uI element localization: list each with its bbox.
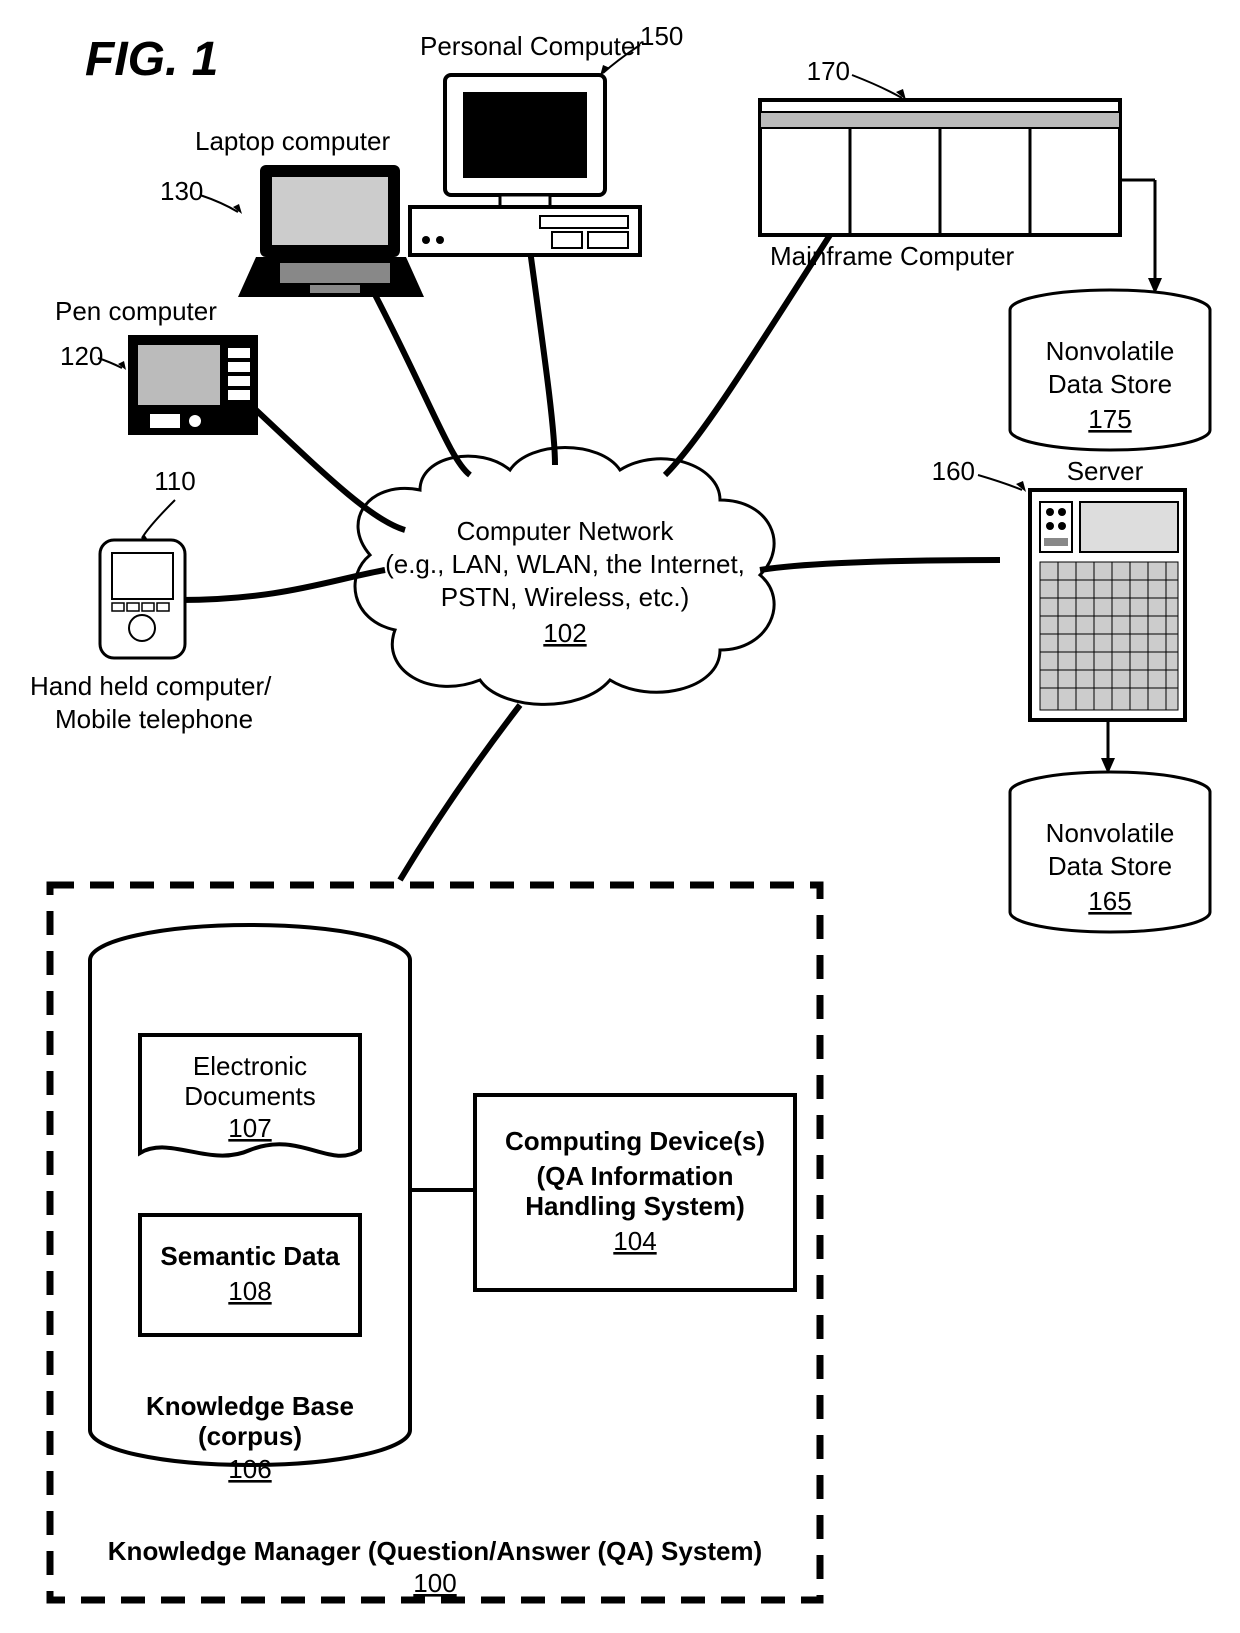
cloud-line3: PSTN, Wireless, etc.): [441, 582, 689, 612]
handheld-ref: 110: [154, 466, 195, 496]
computing-device-box: Computing Device(s) (QA Information Hand…: [475, 1095, 795, 1290]
server-ref: 160: [932, 456, 975, 486]
knowledge-base: Knowledge Base (corpus) 106 Electronic D…: [90, 925, 410, 1484]
cd-l2: (QA Information: [537, 1161, 734, 1191]
server-icon: [1030, 490, 1185, 720]
cd-ref: 104: [613, 1226, 656, 1256]
cloud-line1: Computer Network: [457, 516, 675, 546]
handheld-label-1: Hand held computer/: [30, 671, 272, 701]
pc-label: Personal Computer: [420, 31, 644, 61]
ds-upper-l1: Nonvolatile: [1046, 336, 1175, 366]
pc-icon: [410, 75, 640, 255]
laptop-label: Laptop computer: [195, 126, 390, 156]
figure-label: FIG. 1: [85, 33, 218, 86]
mainframe-label: Mainframe Computer: [770, 241, 1015, 271]
handheld-icon: [100, 540, 185, 658]
handheld-label-2: Mobile telephone: [55, 704, 253, 734]
mainframe-node: 170 Mainframe Computer: [760, 56, 1162, 294]
semantic-box: Semantic Data 108: [140, 1215, 360, 1335]
cd-l3: Handling System): [525, 1191, 745, 1221]
datastore-lower: Nonvolatile Data Store 165: [1010, 772, 1210, 932]
pc-ref: 150: [640, 21, 683, 51]
kb-title-1: Knowledge Base: [146, 1391, 354, 1421]
datastore-upper: Nonvolatile Data Store 175: [1010, 290, 1210, 450]
laptop-ref: 130: [160, 176, 203, 206]
edocs-l1: Electronic: [193, 1051, 307, 1081]
pen-ref: 120: [60, 341, 103, 371]
server-label: Server: [1067, 456, 1144, 486]
km-ref: 100: [413, 1568, 456, 1598]
server-node: 160 Server: [932, 456, 1185, 774]
km-title: Knowledge Manager (Question/Answer (QA) …: [108, 1536, 762, 1566]
knowledge-manager: Knowledge Manager (Question/Answer (QA) …: [50, 885, 820, 1600]
edocs-ref: 107: [228, 1113, 271, 1143]
laptop-icon: [238, 165, 424, 297]
semantic-ref: 108: [228, 1276, 271, 1306]
ds-upper-l2: Data Store: [1048, 369, 1172, 399]
pen-node: Pen computer 120: [55, 296, 258, 435]
cloud-ref: 102: [543, 618, 586, 648]
ds-lower-l2: Data Store: [1048, 851, 1172, 881]
cloud-network: Computer Network (e.g., LAN, WLAN, the I…: [355, 448, 774, 705]
pen-label: Pen computer: [55, 296, 217, 326]
pc-node: Personal Computer 150: [410, 21, 683, 255]
pen-icon: [128, 335, 258, 435]
ds-upper-ref: 175: [1088, 404, 1131, 434]
diagram-canvas: FIG. 1 Computer Network (e.g., LAN, WLAN…: [0, 0, 1240, 1633]
ds-lower-ref: 165: [1088, 886, 1131, 916]
mainframe-ref: 170: [807, 56, 850, 86]
laptop-node: Laptop computer 130: [160, 126, 424, 297]
kb-ref: 106: [228, 1454, 271, 1484]
semantic-l1: Semantic Data: [160, 1241, 340, 1271]
cloud-line2: (e.g., LAN, WLAN, the Internet,: [385, 549, 745, 579]
kb-title-2: (corpus): [198, 1421, 302, 1451]
ds-lower-l1: Nonvolatile: [1046, 818, 1175, 848]
edocs-l2: Documents: [184, 1081, 316, 1111]
cd-l1: Computing Device(s): [505, 1126, 765, 1156]
mainframe-icon: [760, 100, 1120, 235]
edocs-box: Electronic Documents 107: [140, 1035, 360, 1156]
